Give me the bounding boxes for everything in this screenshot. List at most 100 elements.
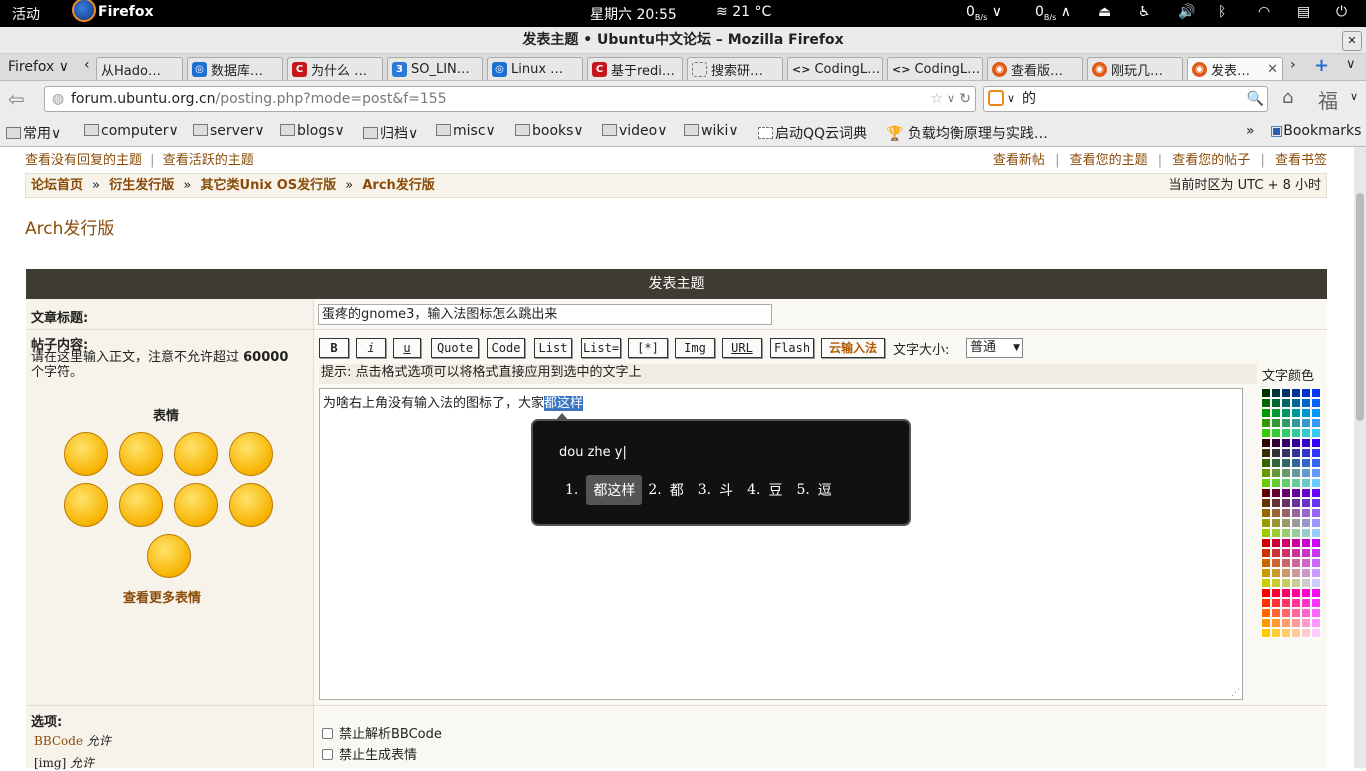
color-swatch[interactable] (1301, 568, 1311, 578)
color-swatch[interactable] (1281, 458, 1291, 468)
color-swatch[interactable] (1281, 498, 1291, 508)
color-swatch[interactable] (1281, 598, 1291, 608)
smiley-salute-icon[interactable] (229, 483, 273, 527)
color-swatch[interactable] (1271, 568, 1281, 578)
color-swatch[interactable] (1271, 458, 1281, 468)
color-swatch[interactable] (1281, 508, 1291, 518)
color-swatch[interactable] (1271, 628, 1281, 638)
home-icon[interactable]: ⌂ (1282, 87, 1293, 108)
smiley-laugh-cover-icon[interactable] (229, 432, 273, 476)
color-swatch[interactable] (1271, 558, 1281, 568)
tab-hadoop[interactable]: 从Hado… (96, 57, 183, 80)
color-swatch[interactable] (1271, 528, 1281, 538)
color-swatch[interactable] (1311, 468, 1321, 478)
color-swatch[interactable] (1261, 598, 1271, 608)
clipboard-icon[interactable]: ▤ (1297, 4, 1310, 20)
activities-button[interactable]: 活动 (12, 4, 40, 24)
disable-smilies-checkbox[interactable] (322, 749, 333, 760)
color-swatch[interactable] (1281, 398, 1291, 408)
app-menu[interactable]: Firefox (98, 4, 154, 20)
color-swatch[interactable] (1291, 548, 1301, 558)
tab-post-topic[interactable]: ◉ 发表… ✕ (1187, 57, 1283, 80)
color-swatch[interactable] (1261, 448, 1271, 458)
color-swatch[interactable] (1261, 428, 1271, 438)
smiley-teeth-icon[interactable] (174, 483, 218, 527)
color-swatch[interactable] (1271, 408, 1281, 418)
tab-coding-1[interactable]: <> CodingL… (787, 57, 883, 80)
color-swatch[interactable] (1311, 448, 1321, 458)
link-your-topics[interactable]: 查看您的主题 (1070, 153, 1148, 168)
color-swatch[interactable] (1281, 588, 1291, 598)
color-swatch[interactable] (1301, 418, 1311, 428)
crumb-arch[interactable]: Arch发行版 (362, 178, 434, 193)
color-swatch[interactable] (1301, 508, 1311, 518)
list-item-button[interactable]: [*] (628, 338, 668, 358)
color-swatch[interactable] (1311, 488, 1321, 498)
color-swatch[interactable] (1301, 468, 1311, 478)
smiley-sweat-icon[interactable] (119, 483, 163, 527)
color-swatch[interactable] (1301, 588, 1311, 598)
color-swatch[interactable] (1261, 588, 1271, 598)
color-swatch[interactable] (1261, 408, 1271, 418)
color-swatch[interactable] (1311, 628, 1321, 638)
color-swatch[interactable] (1261, 548, 1271, 558)
color-swatch[interactable] (1301, 608, 1311, 618)
tab-database[interactable]: ◎ 数据库… (187, 57, 283, 80)
color-swatch[interactable] (1281, 568, 1291, 578)
color-swatch[interactable] (1281, 578, 1291, 588)
bookmark-folder-server[interactable]: server∨ (193, 123, 265, 139)
more-smilies-link[interactable]: 查看更多表情 (123, 587, 201, 606)
color-swatch[interactable] (1271, 618, 1281, 628)
bookmark-folder-video[interactable]: video∨ (602, 123, 668, 139)
color-swatch[interactable] (1271, 538, 1281, 548)
color-swatch[interactable] (1281, 478, 1291, 488)
ime-candidate[interactable]: 斗 (719, 480, 733, 500)
addon-menu-icon[interactable]: ∨ (1350, 90, 1358, 103)
link-new-posts[interactable]: 查看新帖 (993, 153, 1045, 168)
color-swatch[interactable] (1291, 478, 1301, 488)
color-swatch[interactable] (1261, 508, 1271, 518)
tab-coding-2[interactable]: <> CodingL… (887, 57, 983, 80)
bookmark-folder-computer[interactable]: computer∨ (84, 123, 179, 139)
bookmark-folder-misc[interactable]: misc∨ (436, 123, 496, 139)
color-swatch[interactable] (1301, 518, 1311, 528)
color-swatch[interactable] (1261, 558, 1271, 568)
color-swatch[interactable] (1261, 608, 1271, 618)
color-swatch[interactable] (1291, 568, 1301, 578)
color-swatch[interactable] (1281, 628, 1291, 638)
color-swatch[interactable] (1291, 468, 1301, 478)
color-swatch[interactable] (1261, 618, 1271, 628)
color-swatch[interactable] (1261, 528, 1271, 538)
search-engine-dropdown-icon[interactable]: ∨ (1007, 87, 1015, 111)
color-swatch[interactable] (1301, 538, 1311, 548)
smiley-wink-icon[interactable] (174, 432, 218, 476)
color-swatch[interactable] (1311, 528, 1321, 538)
color-swatch[interactable] (1311, 408, 1321, 418)
scrollbar-thumb[interactable] (1356, 193, 1364, 421)
image-button[interactable]: Img (675, 338, 715, 358)
tab-scroll-left-icon[interactable]: ‹ (84, 57, 90, 73)
crumb-other-unix[interactable]: 其它类Unix OS发行版 (201, 178, 337, 193)
color-swatch[interactable] (1281, 608, 1291, 618)
color-swatch[interactable] (1281, 488, 1291, 498)
weather-icon[interactable]: ≋ 21 °C (716, 4, 771, 20)
color-swatch[interactable] (1301, 438, 1311, 448)
color-swatch[interactable] (1271, 508, 1281, 518)
color-swatch[interactable] (1281, 408, 1291, 418)
color-swatch[interactable] (1301, 628, 1311, 638)
color-swatch[interactable] (1271, 518, 1281, 528)
cloud-ime-button[interactable]: 云输入法 (821, 338, 885, 358)
tab-linux[interactable]: ◎ Linux … (487, 57, 583, 80)
color-swatch[interactable] (1271, 588, 1281, 598)
color-swatch[interactable] (1311, 558, 1321, 568)
bookmarks-overflow-icon[interactable]: » (1246, 123, 1255, 139)
smiley-dizzy-icon[interactable] (147, 534, 191, 578)
color-swatch[interactable] (1301, 428, 1311, 438)
ime-candidate[interactable]: 逗 (818, 480, 832, 500)
search-icon[interactable]: 🔍 (1247, 87, 1264, 111)
accessibility-icon[interactable]: ♿ (1138, 4, 1151, 20)
link-bookmarks[interactable]: 查看书签 (1275, 153, 1327, 168)
search-input[interactable]: 的 (1022, 87, 1036, 111)
tab-search[interactable]: 搜索研… (687, 57, 783, 80)
color-swatch[interactable] (1271, 478, 1281, 488)
